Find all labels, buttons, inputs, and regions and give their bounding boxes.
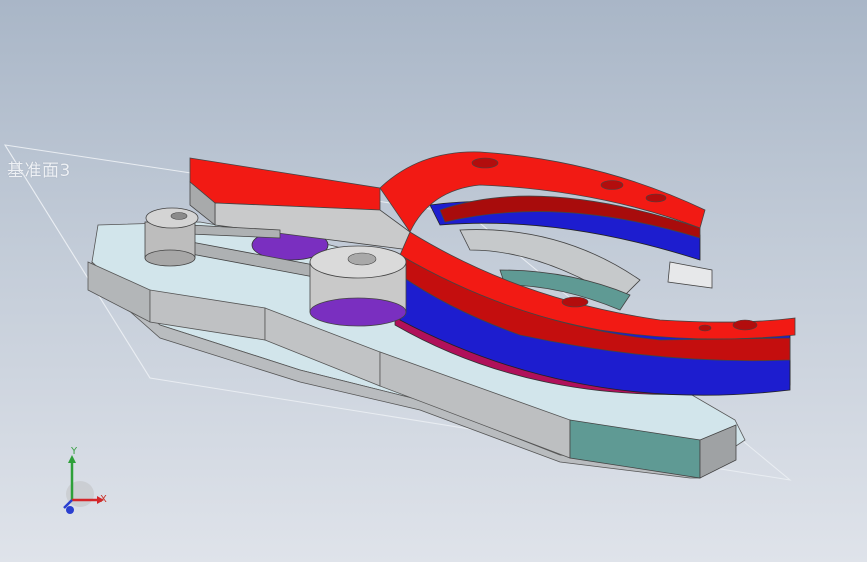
clamp-tab[interactable] [667, 261, 713, 289]
large-pulley[interactable] [309, 245, 407, 327]
model-canvas[interactable] [0, 0, 867, 562]
plane-label[interactable]: 基准面3 [7, 156, 71, 181]
coordinate-triad [63, 455, 104, 514]
triad-x-label: X [100, 494, 107, 505]
small-pulley[interactable] [144, 207, 199, 267]
model-viewport[interactable]: 基准面3 Y X [0, 0, 867, 562]
triad-y-label: Y [71, 446, 78, 457]
